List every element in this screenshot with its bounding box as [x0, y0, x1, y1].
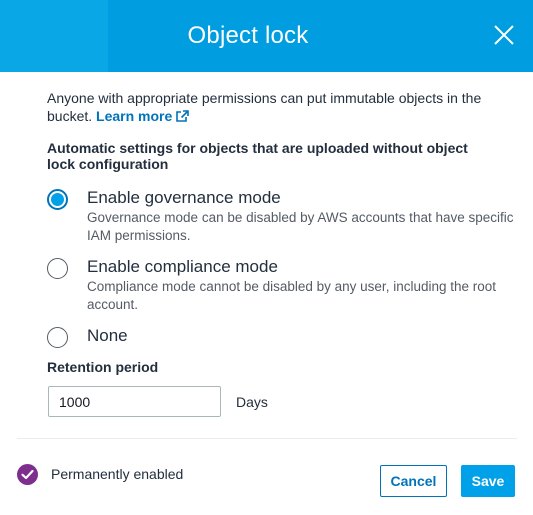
cancel-button[interactable]: Cancel — [380, 465, 447, 497]
retention-period-label: Retention period — [47, 359, 159, 375]
compliance-radio[interactable] — [47, 258, 68, 279]
object-lock-dialog: Object lock Anyone with appropriate perm… — [0, 0, 533, 515]
auto-settings-heading: Automatic settings for objects that are … — [47, 140, 468, 172]
status-badge — [17, 464, 38, 485]
check-circle-icon — [21, 469, 34, 480]
learn-more-link[interactable]: Learn more — [96, 108, 190, 124]
close-icon — [494, 25, 514, 45]
dialog-title: Object lock — [187, 22, 309, 49]
retention-unit: Days — [236, 394, 268, 410]
none-label: None — [87, 326, 128, 345]
header-strip — [0, 0, 108, 72]
none-radio[interactable] — [47, 327, 68, 348]
compliance-description: Compliance mode cannot be disabled by an… — [87, 279, 497, 312]
status-text: Permanently enabled — [51, 466, 184, 482]
footer-divider — [17, 438, 517, 439]
save-button[interactable]: Save — [461, 465, 515, 497]
learn-more-label: Learn more — [96, 108, 173, 124]
compliance-label: Enable compliance mode — [87, 257, 278, 276]
governance-radio[interactable] — [47, 189, 68, 210]
governance-description: Governance mode can be disabled by AWS a… — [87, 210, 514, 243]
external-link-icon — [176, 110, 190, 122]
dialog-header: Object lock — [0, 0, 533, 72]
intro-text: Anyone with appropriate permissions can … — [47, 89, 487, 125]
governance-label: Enable governance mode — [87, 188, 281, 207]
retention-period-input[interactable] — [48, 386, 221, 417]
close-button[interactable] — [493, 24, 515, 46]
